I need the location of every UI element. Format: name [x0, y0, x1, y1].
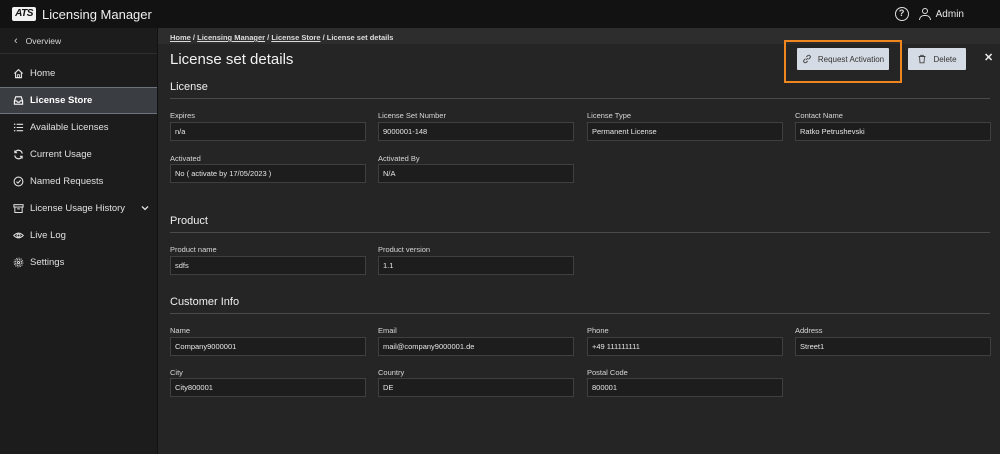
address-field[interactable]: Street1	[795, 337, 991, 356]
sidebar-item-license-usage-history[interactable]: License Usage History	[0, 195, 157, 222]
sidebar-item-label: Home	[30, 68, 56, 79]
expires-field[interactable]: n/a	[170, 122, 366, 141]
sidebar-nav: Home License Store Available Licenses Cu…	[0, 60, 157, 276]
license-set-number-field[interactable]: 9000001-148	[378, 122, 574, 141]
sidebar-item-label: License Store	[30, 95, 93, 106]
customer-section-divider	[170, 313, 990, 314]
customer-name-field[interactable]: Company9000001	[170, 337, 366, 356]
app-logo[interactable]: ATS	[12, 7, 36, 21]
activated-by-field[interactable]: N/A	[378, 164, 574, 183]
postal-code-field[interactable]: 800001	[587, 378, 783, 397]
close-icon[interactable]: ✕	[984, 51, 993, 64]
country-label: Country	[378, 368, 405, 377]
user-icon	[918, 8, 931, 20]
check-circle-icon	[13, 176, 24, 187]
breadcrumb: Home / Licensing Manager / License Store…	[170, 33, 393, 42]
contact-name-label: Contact Name	[795, 111, 843, 120]
city-label: City	[170, 368, 183, 377]
sidebar-item-named-requests[interactable]: Named Requests	[0, 168, 157, 195]
chevron-down-icon[interactable]	[141, 204, 149, 212]
license-set-number-label: License Set Number	[378, 111, 446, 120]
help-icon[interactable]: ?	[894, 7, 909, 21]
contact-name-field[interactable]: Ratko Petrushevski	[795, 122, 991, 141]
email-field[interactable]: mail@company9000001.de	[378, 337, 574, 356]
top-right-actions: ? Admin	[894, 0, 964, 28]
list-icon	[13, 122, 24, 133]
sidebar-item-label: Available Licenses	[30, 122, 109, 133]
breadcrumb-current: License set details	[326, 33, 394, 42]
archive-icon	[13, 203, 24, 214]
phone-field[interactable]: +49 111111111	[587, 337, 783, 356]
product-section-divider	[170, 232, 990, 233]
breadcrumb-licensing-manager[interactable]: Licensing Manager	[197, 33, 265, 42]
sidebar-overview[interactable]: ‹ Overview	[0, 28, 157, 54]
trash-icon	[918, 54, 926, 64]
sidebar-item-settings[interactable]: Settings	[0, 249, 157, 276]
sidebar-item-label: Settings	[30, 257, 65, 268]
breadcrumb-home[interactable]: Home	[170, 33, 191, 42]
top-bar: ATS Licensing Manager ? Admin	[0, 0, 1000, 28]
sidebar: ‹ Overview Home License Store Available …	[0, 28, 158, 454]
sidebar-item-available-licenses[interactable]: Available Licenses	[0, 114, 157, 141]
gear-icon	[13, 257, 24, 268]
sidebar-item-label: Current Usage	[30, 149, 92, 160]
customer-section-title: Customer Info	[170, 296, 240, 308]
address-label: Address	[795, 326, 823, 335]
sidebar-item-current-usage[interactable]: Current Usage	[0, 141, 157, 168]
breadcrumb-license-store[interactable]: License Store	[271, 33, 320, 42]
city-field[interactable]: City800001	[170, 378, 366, 397]
license-type-label: License Type	[587, 111, 632, 120]
phone-label: Phone	[587, 326, 609, 335]
sidebar-item-live-log[interactable]: Live Log	[0, 222, 157, 249]
request-activation-label: Request Activation	[817, 54, 885, 64]
license-section-divider	[170, 98, 990, 99]
home-icon	[13, 68, 24, 79]
expires-label: Expires	[170, 111, 196, 120]
product-name-label: Product name	[170, 245, 217, 254]
product-section-title: Product	[170, 215, 208, 227]
activated-label: Activated	[170, 154, 201, 163]
sidebar-item-home[interactable]: Home	[0, 60, 157, 87]
country-field[interactable]: DE	[378, 378, 574, 397]
user-name: Admin	[935, 8, 964, 20]
delete-label: Delete	[933, 54, 957, 64]
refresh-icon	[13, 149, 24, 160]
user-menu[interactable]: Admin	[918, 8, 964, 20]
link-icon	[803, 54, 811, 64]
app-title: Licensing Manager	[42, 6, 152, 22]
sidebar-item-label: License Usage History	[30, 203, 126, 214]
activated-by-label: Activated By	[378, 154, 420, 163]
eye-icon	[13, 230, 24, 241]
request-activation-button[interactable]: Request Activation	[797, 48, 889, 70]
overview-label: Overview	[25, 35, 62, 46]
license-type-field[interactable]: Permanent License	[587, 122, 783, 141]
email-label: Email	[378, 326, 397, 335]
product-version-label: Product version	[378, 245, 431, 254]
postal-code-label: Postal Code	[587, 368, 628, 377]
product-version-field[interactable]: 1.1	[378, 256, 574, 275]
customer-name-label: Name	[170, 326, 191, 335]
inbox-icon	[13, 95, 24, 106]
license-section-title: License	[170, 81, 208, 93]
page-title: License set details	[170, 51, 294, 68]
activated-field[interactable]: No ( activate by 17/05/2023 )	[170, 164, 366, 183]
delete-button[interactable]: Delete	[908, 48, 966, 70]
chevron-left-icon: ‹	[14, 34, 18, 47]
sidebar-item-label: Live Log	[30, 230, 66, 241]
main-content: Home / Licensing Manager / License Store…	[158, 28, 1000, 454]
product-name-field[interactable]: sdfs	[170, 256, 366, 275]
sidebar-item-label: Named Requests	[30, 176, 104, 187]
sidebar-item-license-store[interactable]: License Store	[0, 87, 157, 114]
